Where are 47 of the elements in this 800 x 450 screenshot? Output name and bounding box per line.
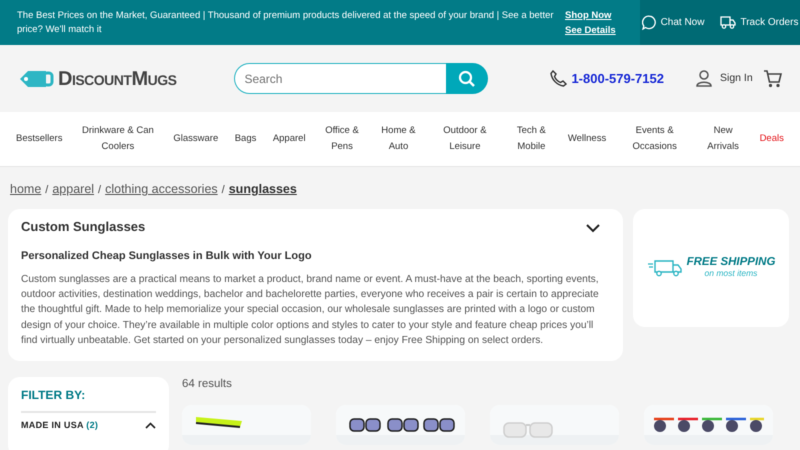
truck-icon (646, 258, 683, 277)
phone-link[interactable]: 1-800-579-7152 (571, 68, 664, 88)
nav-link[interactable]: Outdoor & Leisure (434, 123, 495, 155)
shipping-banner[interactable]: FREE SHIPPING on most items (633, 208, 789, 327)
breadcrumb-link[interactable]: home (10, 182, 42, 196)
breadcrumb-link[interactable]: sunglasses (228, 182, 297, 196)
sign-in-link[interactable]: Sign In (720, 70, 753, 86)
nav-link[interactable]: Events & Occasions (622, 123, 687, 155)
breadcrumb-link[interactable]: apparel (52, 182, 94, 196)
search-icon (458, 70, 476, 88)
breadcrumb-separator: / (222, 184, 225, 196)
nav-link[interactable]: Tech & Mobile (511, 123, 552, 155)
nav-link[interactable]: New Arrivals (703, 123, 744, 155)
chat-icon (642, 15, 657, 30)
filter-title: FILTER BY: (21, 386, 156, 413)
nav-link[interactable]: Office & Pens (322, 123, 362, 155)
search-field[interactable]: Search (234, 63, 446, 94)
breadcrumb-separator: / (45, 184, 48, 196)
phone-icon (550, 70, 568, 87)
shipping-title: FREE SHIPPING (686, 256, 776, 268)
breadcrumb-separator: / (98, 184, 102, 196)
shipping-subtitle: on most items (704, 268, 758, 279)
cart-icon[interactable] (763, 70, 782, 88)
nav-link[interactable]: Bestsellers (16, 131, 62, 147)
logo-text[interactable]: DiscountMugs (58, 64, 176, 94)
nav-link[interactable]: Drinkware & Can Coolers (78, 123, 157, 155)
track-orders-link[interactable]: Track Orders (740, 15, 798, 30)
chevron-icon[interactable] (586, 224, 600, 233)
filter-group[interactable]: MADE IN USA (2) (21, 418, 156, 432)
nav-link[interactable]: Apparel (272, 131, 306, 147)
chat-now-link[interactable]: Chat Now (660, 15, 704, 30)
user-icon (696, 70, 712, 87)
nav-link[interactable]: Wellness (568, 131, 606, 147)
breadcrumb-link[interactable]: clothing accessories (105, 182, 218, 196)
shop-now-link[interactable]: Shop Now (565, 8, 612, 22)
truck-icon (720, 16, 736, 29)
see-details-link[interactable]: See Details (565, 22, 616, 38)
nav-link[interactable]: Home & Auto (378, 123, 418, 155)
nav-link[interactable]: Bags (234, 131, 256, 147)
search-button[interactable] (446, 63, 488, 94)
nav-link[interactable]: Deals (760, 131, 784, 147)
section-title: Custom Sunglasses (21, 218, 146, 234)
results-count: 64 results (182, 376, 233, 392)
description-heading: Personalized Cheap Sunglasses in Bulk with Your Logo (21, 250, 313, 264)
description-text: Custom sunglasses are a practical means to market a product, brand name or event. A must-have at the beach, sporting events, outdoor activities, destination weddings, bachelor and bachelorette parties, everyone who receives a pair is certain to appreciate the thoughtful gift. Made to help memorialize your special occasion, our wholesale sunglasses are printed with a logo or custom design of your choice. They’re available in multiple color options and styles to cater to your style and feature cheap prices you’ll find virtually unbeatable. Get started on your personalized sunglasses today – enjoy Free Shipping on select orders. (21, 272, 600, 348)
promo-text: The Best Prices on the Market, Guaranteed | Thousand of premium products delivered at the speed of your brand | See a better price? We'll match it (17, 8, 555, 36)
nav-link[interactable]: Glassware (173, 131, 218, 147)
